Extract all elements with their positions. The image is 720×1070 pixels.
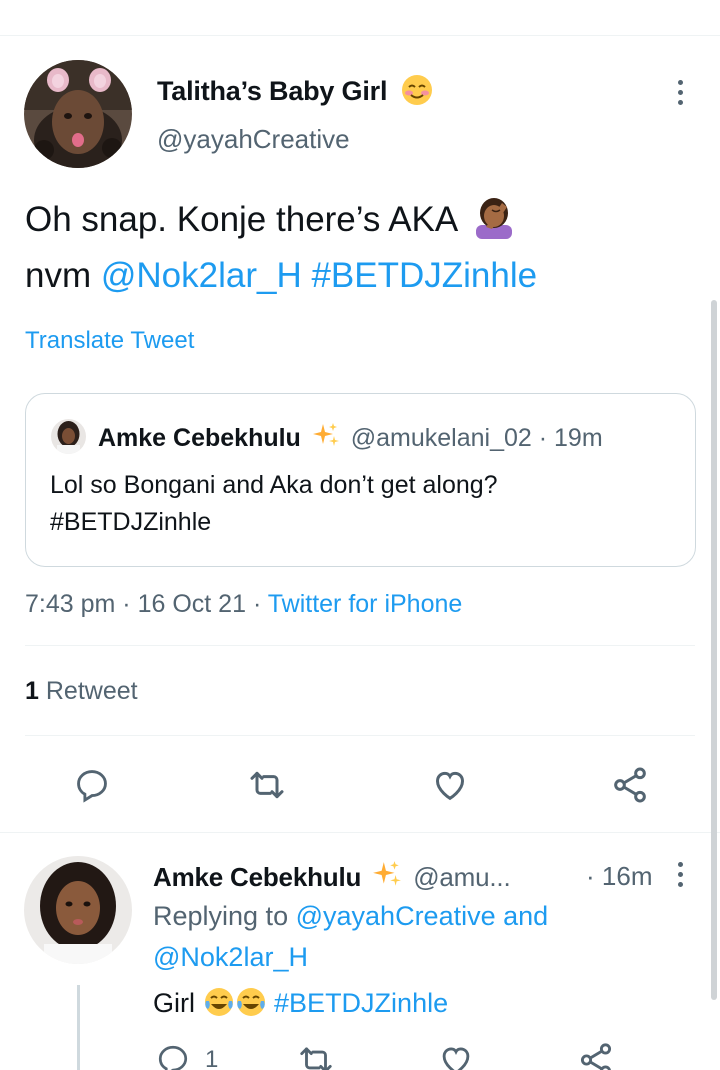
more-options-icon[interactable] — [677, 80, 683, 105]
author-display-name[interactable]: Talitha’s Baby Girl — [157, 74, 433, 113]
reply-like-button[interactable] — [436, 1040, 476, 1070]
tears-of-joy-icon — [203, 986, 267, 1030]
facepalm-emoji-icon — [474, 197, 514, 252]
reply-author-avatar[interactable] — [24, 856, 132, 964]
quoted-author-avatar — [51, 419, 86, 454]
quoted-sep: · — [538, 424, 548, 452]
reply-reply-count: 1 — [205, 1046, 219, 1070]
divider — [0, 832, 720, 833]
quoted-tweet-header: Amke Cebekhulu @amukelani_02 · 19m — [98, 422, 603, 457]
tweet-meta: 7:43 pm · 16 Oct 21 · Twitter for iPhone — [25, 590, 462, 619]
author-avatar[interactable] — [24, 60, 132, 168]
quoted-author-handle: @amukelani_02 — [350, 424, 532, 452]
reply-time: · 16m — [586, 861, 652, 892]
reply-hashtag-link[interactable]: #BETDJZinhle — [274, 988, 448, 1018]
reply-author-header: Amke Cebekhulu @amu... — [153, 860, 511, 897]
share-icon — [614, 767, 646, 803]
translate-tweet-link[interactable]: Translate Tweet — [25, 327, 194, 355]
retweet-stats[interactable]: 1 Retweet — [25, 677, 138, 706]
reply-author-name[interactable]: Amke Cebekhulu — [153, 862, 361, 892]
tweet-text-line1: Oh snap. Konje there’s AKA — [25, 200, 457, 239]
tweet-text: Oh snap. Konje there’s AKA nvm @Nok2lar_… — [25, 196, 695, 300]
replying-to-and: and — [503, 901, 549, 931]
share-button[interactable] — [608, 763, 652, 807]
meta-sep: · — [122, 590, 131, 618]
retweet-label: Retweet — [45, 677, 138, 705]
hashtag-link[interactable]: #BETDJZinhle — [311, 256, 537, 295]
tweet-source-link[interactable]: Twitter for iPhone — [268, 590, 463, 618]
reply-retweet-button[interactable] — [296, 1040, 336, 1070]
tweet-time: 7:43 pm — [25, 590, 116, 618]
author-name-text: Talitha’s Baby Girl — [157, 76, 388, 106]
reply-button[interactable] — [70, 763, 114, 807]
replying-to: Replying to @yayahCreative and @Nok2lar_… — [153, 896, 693, 978]
thread-connector — [77, 985, 80, 1070]
heart-icon — [442, 1047, 470, 1070]
reply-time-value: 16m — [601, 861, 653, 891]
reply-text: Girl #BETDJZinhle — [153, 983, 448, 1030]
divider — [25, 645, 695, 646]
like-button[interactable] — [428, 763, 472, 807]
reply-icon — [158, 1045, 188, 1070]
scrollbar[interactable] — [711, 300, 717, 1000]
retweet-count: 1 — [25, 677, 39, 705]
retweet-icon — [250, 771, 284, 799]
quoted-tweet-text: Lol so Bongani and Aka don’t get along? … — [50, 467, 498, 541]
quoted-text-line1: Lol so Bongani and Aka don’t get along? — [50, 471, 498, 499]
top-divider — [0, 35, 720, 36]
reply-author-handle[interactable]: @amu... — [413, 862, 510, 892]
tweet-date: 16 Oct 21 — [137, 590, 246, 618]
replying-to-prefix: Replying to — [153, 901, 289, 931]
tweet-text-nvm: nvm — [25, 256, 92, 295]
reply-share-button[interactable] — [576, 1040, 616, 1070]
quoted-text-line2: #BETDJZinhle — [50, 508, 212, 536]
heart-icon — [435, 771, 465, 801]
blush-emoji-icon — [401, 74, 433, 113]
quoted-author-name: Amke Cebekhulu — [98, 424, 301, 452]
reply-icon — [77, 770, 107, 803]
mention-link[interactable]: @Nok2lar_H — [101, 256, 302, 295]
reply-more-options-icon[interactable] — [677, 862, 683, 887]
reply-text-girl: Girl — [153, 988, 195, 1018]
retweet-button[interactable] — [245, 763, 289, 807]
reply-reply-button[interactable]: 1 — [155, 1038, 218, 1070]
replying-to-user1[interactable]: @yayahCreative — [296, 901, 496, 931]
author-handle[interactable]: @yayahCreative — [157, 124, 350, 155]
divider — [25, 735, 695, 736]
meta-sep: · — [252, 590, 262, 618]
sparkles-emoji-icon — [372, 860, 402, 897]
share-icon — [580, 1043, 612, 1070]
sparkles-emoji-icon — [312, 422, 340, 457]
replying-to-user2[interactable]: @Nok2lar_H — [153, 942, 308, 972]
retweet-icon — [300, 1047, 332, 1070]
quoted-time: 19m — [554, 424, 603, 452]
reply-sep: · — [586, 861, 595, 891]
quoted-tweet-card[interactable]: Amke Cebekhulu @amukelani_02 · 19m Lol s… — [25, 393, 696, 567]
